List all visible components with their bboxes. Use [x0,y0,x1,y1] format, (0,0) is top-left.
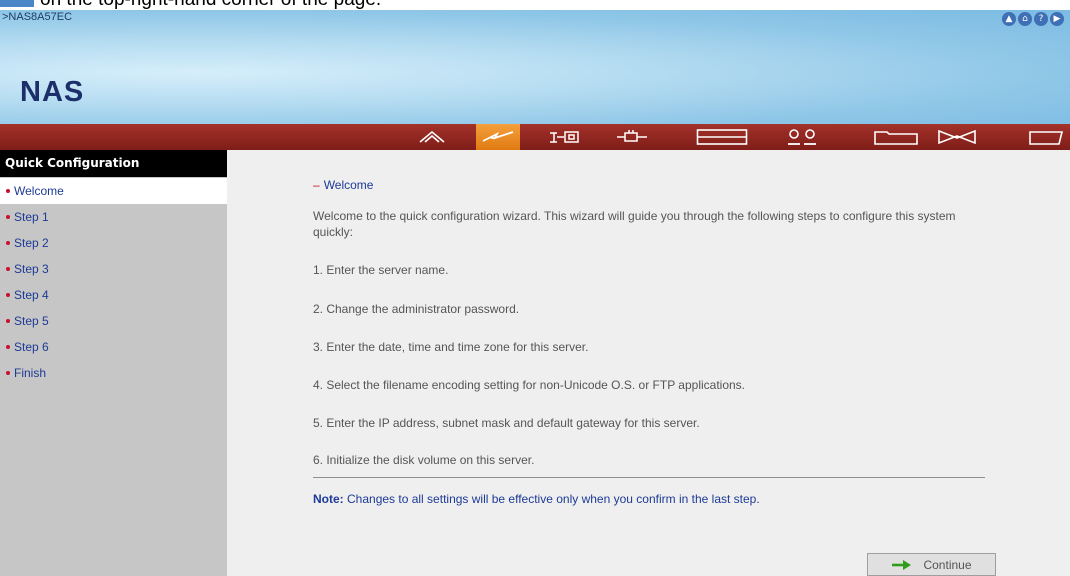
sidebar-item-label: Step 4 [14,288,49,302]
nav-home-icon[interactable] [410,124,454,150]
nav-flag-icon[interactable] [1022,124,1070,150]
sidebar-item-label: Step 3 [14,262,49,276]
sidebar-item-step-2[interactable]: Step 2 [0,230,227,256]
home-icon[interactable]: ⌂ [1018,12,1032,26]
step-6-text: 6. Initialize the disk volume on this se… [313,453,535,467]
sidebar-item-label: Step 6 [14,340,49,354]
logo: NAS [20,76,85,108]
nav-folder-icon[interactable] [866,124,926,150]
step-3-text: 3. Enter the date, time and time zone fo… [313,340,589,354]
arrow-right-icon [892,559,912,570]
main-nav [0,124,1070,150]
nav-disk-icon[interactable] [678,124,766,150]
caption-text: on the top-right-hand corner of the page… [40,0,381,10]
hostname: >NAS8A57EC [2,11,73,23]
nav-mail-icon[interactable] [930,124,984,150]
sidebar-item-label: Step 1 [14,210,49,224]
sidebar-item-label: Step 2 [14,236,49,250]
sidebar-item-label: Finish [14,366,47,380]
bullet-icon [6,215,10,219]
continue-button[interactable]: Continue [867,553,996,576]
caption-marker [0,0,34,7]
divider [313,477,985,478]
forward-icon[interactable]: ▶ [1050,12,1064,26]
sidebar-item-step-6[interactable]: Step 6 [0,334,227,360]
continue-button-label: Continue [923,557,972,572]
note-label: Note: [313,492,344,506]
intro-text: Welcome to the quick configuration wizar… [313,209,956,239]
nav-users-icon[interactable] [780,124,824,150]
section-title-text: Welcome [323,178,374,192]
sidebar-item-label: Step 5 [14,314,49,328]
help-icon[interactable]: ? [1034,12,1048,26]
sidebar: Quick Configuration Welcome Step 1 Step … [0,150,227,576]
bullet-icon [6,293,10,297]
sidebar-item-step-1[interactable]: Step 1 [0,204,227,230]
sidebar-item-finish[interactable]: Finish [0,360,227,386]
header-banner: >NAS8A57EC NAS ▲ ⌂ ? ▶ [0,10,1070,124]
up-icon[interactable]: ▲ [1002,12,1016,26]
caption-strip: on the top-right-hand corner of the page… [0,0,1070,10]
sidebar-item-welcome[interactable]: Welcome [0,178,227,204]
sidebar-item-step-4[interactable]: Step 4 [0,282,227,308]
bullet-icon [6,189,10,193]
bullet-icon [6,371,10,375]
nav-system-tools-icon[interactable] [543,124,587,150]
nav-quick-config-icon[interactable] [476,124,520,150]
sidebar-item-step-3[interactable]: Step 3 [0,256,227,282]
section-title: – Welcome [313,178,374,192]
bullet-icon [6,345,10,349]
step-5-text: 5. Enter the IP address, subnet mask and… [313,416,700,430]
sidebar-title: Quick Configuration [0,150,227,177]
bullet-icon [6,319,10,323]
bullet-icon [6,241,10,245]
sidebar-item-step-5[interactable]: Step 5 [0,308,227,334]
main-content: – Welcome Welcome to the quick configurat… [227,150,1070,576]
sidebar-item-label: Welcome [14,184,64,198]
bullet-icon [6,267,10,271]
note-text: Changes to all settings will be effectiv… [343,492,760,506]
step-4-text: 4. Select the filename encoding setting … [313,378,746,392]
nav-network-icon[interactable] [610,124,654,150]
note: Note: Changes to all settings will be ef… [313,492,760,506]
step-2-text: 2. Change the administrator password. [313,302,520,316]
step-1-text: 1. Enter the server name. [313,263,449,277]
top-icons: ▲ ⌂ ? ▶ [1002,12,1064,26]
